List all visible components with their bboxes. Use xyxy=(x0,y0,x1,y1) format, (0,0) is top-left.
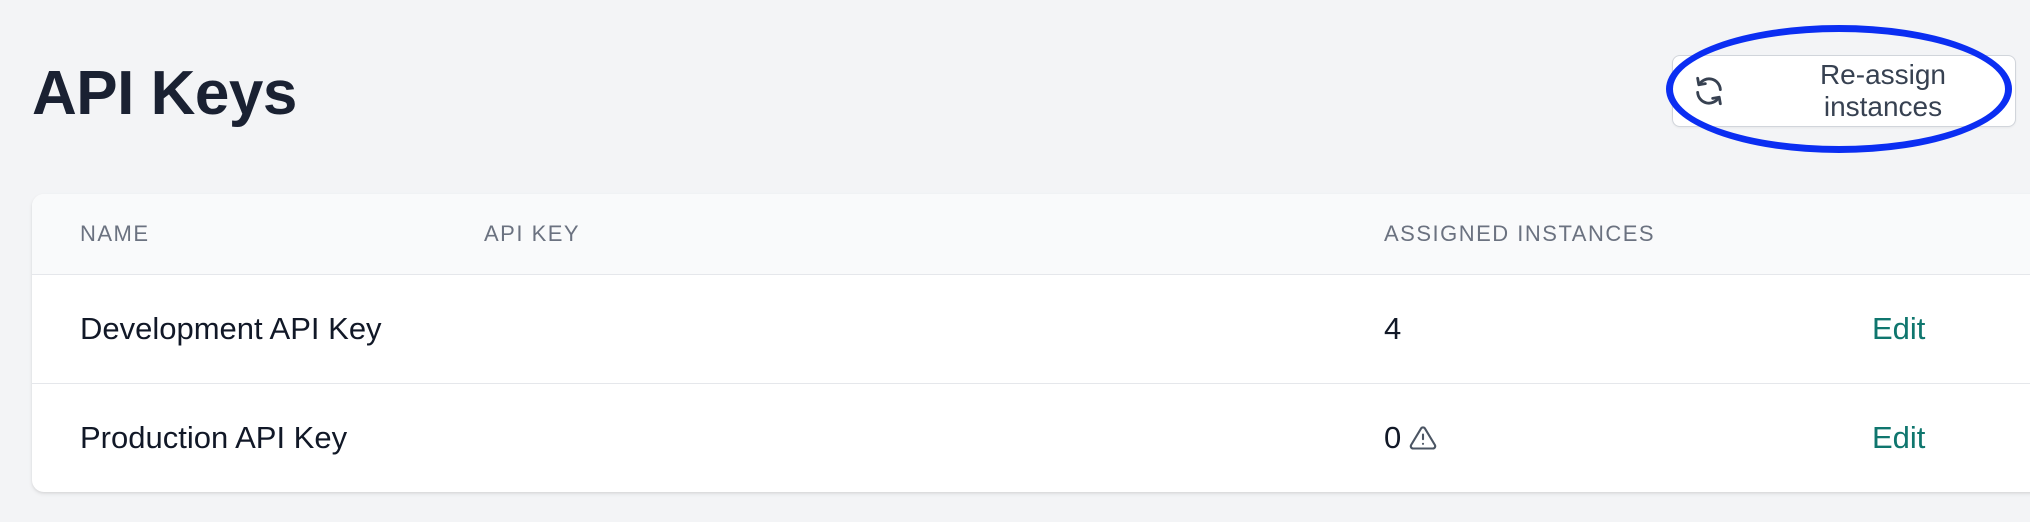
table-row: Development API Key 4 Edit xyxy=(32,275,2030,384)
column-header-assigned-instances: Assigned Instances xyxy=(1384,221,1656,246)
api-key-name: Development API Key xyxy=(80,311,382,346)
table-header: Name API Key Assigned Instances xyxy=(32,194,2030,275)
column-header-api-key: API Key xyxy=(484,221,581,246)
edit-cell: Edit xyxy=(1872,384,1925,492)
assigned-instances-count: 4 xyxy=(1384,275,1401,383)
edit-cell: Edit xyxy=(1872,275,1925,383)
page-title: API Keys xyxy=(32,59,297,128)
edit-production-api-key-link[interactable]: Edit xyxy=(1872,384,1925,492)
column-header-name: Name xyxy=(80,221,150,246)
refresh-icon xyxy=(1691,73,1727,109)
api-keys-table: Name API Key Assigned Instances Developm… xyxy=(32,194,2030,492)
assigned-instances-value: 4 xyxy=(1384,311,1402,346)
edit-development-api-key-link[interactable]: Edit xyxy=(1872,275,1925,383)
assigned-instances-count: 0 xyxy=(1384,384,1437,492)
warning-triangle-icon xyxy=(1409,424,1437,452)
api-key-name: Production API Key xyxy=(80,420,348,455)
reassign-instances-label: Re-assign instances xyxy=(1819,59,1947,122)
reassign-instances-button[interactable]: Re-assign instances xyxy=(1672,55,2016,127)
table-row: Production API Key 0 Edit xyxy=(32,384,2030,492)
assigned-instances-value: 0 xyxy=(1384,420,1402,455)
